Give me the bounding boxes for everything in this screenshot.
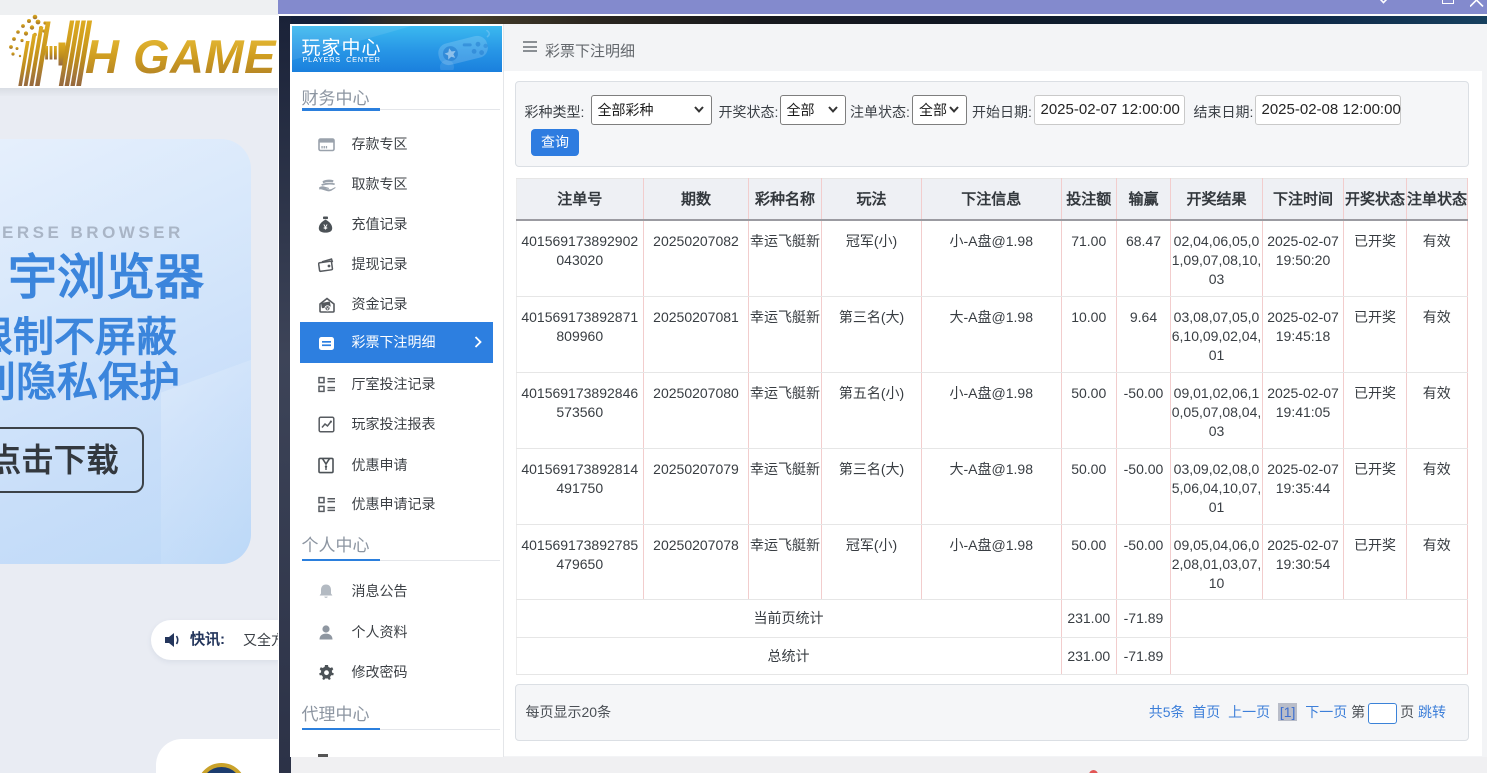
svg-text:¥: ¥ (326, 306, 329, 311)
svg-text:H GAME: H GAME (85, 30, 277, 83)
